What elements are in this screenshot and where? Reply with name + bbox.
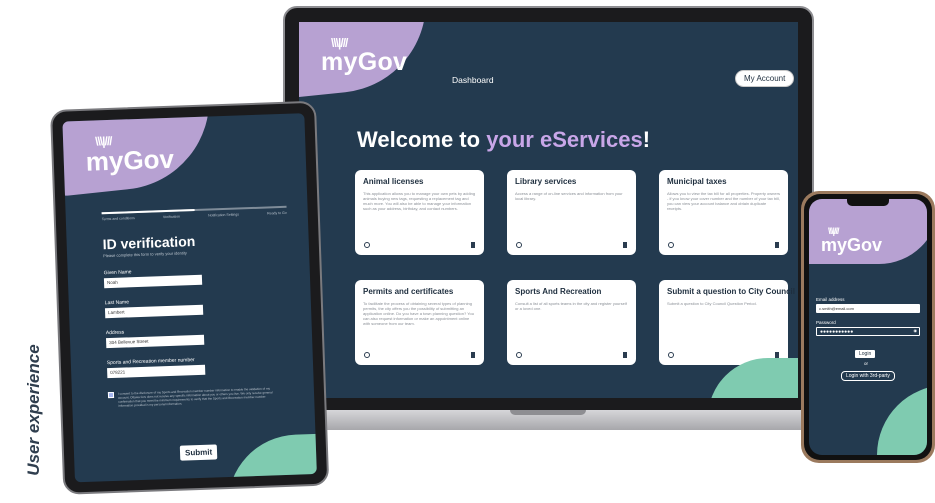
logo-text: myGov	[821, 235, 883, 255]
tablet-screen: \\\|/// myGov Terms and conditions Verif…	[62, 113, 317, 483]
service-card-library-services[interactable]: Library services Access a range of on-li…	[507, 170, 636, 255]
bookmark-icon[interactable]	[623, 242, 627, 248]
step-label: Ready to Go	[267, 210, 287, 216]
card-title: Municipal taxes	[667, 177, 727, 186]
service-card-sports[interactable]: Sports And Recreation Consult a list of …	[507, 280, 636, 365]
title-accent: your eServices	[486, 127, 643, 152]
phone-screen: \\\|/// myGov Email address c.smith@emai…	[809, 199, 927, 455]
given-name-field[interactable]: Noah	[103, 274, 203, 289]
laptop-screen: \\\|/// myGov Dashboard My Account Welco…	[299, 22, 798, 398]
logo-text: myGov	[321, 48, 408, 76]
password-label: Password	[816, 320, 836, 325]
last-name-label: Last Name	[104, 299, 130, 307]
step-label: Verification	[162, 214, 181, 220]
card-title: Permits and certificates	[363, 287, 454, 296]
service-card-city-council[interactable]: Submit a question to City Council Submit…	[659, 280, 795, 365]
logo[interactable]: \\\|/// myGov	[321, 36, 408, 77]
card-title: Submit a question to City Council	[667, 287, 795, 296]
title-suffix: !	[642, 127, 651, 152]
logo[interactable]: \\\|/// myGov	[85, 134, 175, 178]
last-name-field[interactable]: Lambert	[104, 304, 204, 319]
info-icon[interactable]	[668, 352, 674, 358]
laptop: \\\|/// myGov Dashboard My Account Welco…	[283, 6, 814, 412]
laptop-notch	[510, 410, 586, 415]
info-icon[interactable]	[364, 352, 370, 358]
decorative-blob-green	[225, 433, 317, 483]
card-title: Library services	[515, 177, 577, 186]
nav-dashboard[interactable]: Dashboard	[452, 75, 494, 85]
service-card-animal-licenses[interactable]: Animal licenses This application allows …	[355, 170, 484, 255]
card-description: To facilitate the process of obtaining s…	[363, 301, 474, 326]
sun-icon: \\\|///	[94, 133, 112, 149]
bookmark-icon[interactable]	[623, 352, 627, 358]
progress-fill	[101, 209, 195, 215]
logo-text: myGov	[85, 143, 175, 177]
caption: User experience	[24, 344, 43, 476]
page-title: Welcome to your eServices!	[357, 127, 650, 153]
card-title: Animal licenses	[363, 177, 424, 186]
email-field[interactable]: c.smith@email.com	[816, 304, 920, 313]
card-title: Sports And Recreation	[515, 287, 602, 296]
service-card-permits[interactable]: Permits and certificates To facilitate t…	[355, 280, 484, 365]
info-icon[interactable]	[668, 242, 674, 248]
card-description: Consult a list of all sports teams in th…	[515, 301, 627, 311]
login-button[interactable]: Login	[855, 350, 876, 358]
device-mockup-stage: User experience \\\|/// myGov Dashboard …	[0, 0, 935, 503]
card-description: Submit a question to City Council Questi…	[667, 301, 757, 306]
bookmark-icon[interactable]	[471, 242, 475, 248]
given-name-label: Given Name	[103, 269, 132, 277]
sun-icon: \\\|///	[331, 36, 348, 50]
sun-icon: \\\|///	[828, 226, 839, 236]
consent-text: I consent to the disclosure of my Sports…	[117, 386, 273, 408]
bookmark-icon[interactable]	[775, 242, 779, 248]
bookmark-icon[interactable]	[471, 352, 475, 358]
email-label: Email address	[816, 297, 845, 302]
login-third-party-button[interactable]: Login with 3rd-party	[841, 371, 895, 381]
step-label: Notification Settings	[208, 212, 240, 218]
step-label: Terms and conditions	[101, 216, 135, 222]
logo[interactable]: \\\|/// myGov	[821, 226, 883, 256]
service-card-municipal-taxes[interactable]: Municipal taxes Allows you to view the t…	[659, 170, 788, 255]
card-description: Allows you to view the tax bill for all …	[667, 191, 780, 211]
tablet: \\\|/// myGov Terms and conditions Verif…	[50, 100, 330, 495]
phone-bezel: \\\|/// myGov Email address c.smith@emai…	[804, 194, 932, 460]
password-field[interactable]: ●●●●●●●●●●● ◉	[816, 327, 920, 336]
info-icon[interactable]	[516, 352, 522, 358]
title-prefix: Welcome to	[357, 127, 487, 152]
submit-button[interactable]: Submit	[179, 444, 218, 461]
member-number-field[interactable]: 078221	[107, 364, 206, 379]
address-label: Address	[105, 329, 125, 337]
consent-checkbox[interactable]	[107, 391, 115, 399]
address-field[interactable]: 304 Bellevue Street	[105, 334, 205, 349]
card-description: This application allows you to manage yo…	[363, 191, 476, 211]
decorative-blob-green	[877, 385, 927, 455]
password-value: ●●●●●●●●●●●	[820, 329, 854, 335]
form-heading: ID verification	[102, 233, 196, 253]
or-separator: or	[864, 361, 869, 366]
my-account-button[interactable]: My Account	[735, 70, 795, 87]
info-icon[interactable]	[516, 242, 522, 248]
phone: \\\|/// myGov Email address c.smith@emai…	[801, 191, 935, 463]
info-icon[interactable]	[364, 242, 370, 248]
eye-icon[interactable]: ◉	[914, 329, 918, 333]
phone-notch	[847, 199, 889, 206]
card-description: Access a range of on-line services and i…	[515, 191, 623, 201]
